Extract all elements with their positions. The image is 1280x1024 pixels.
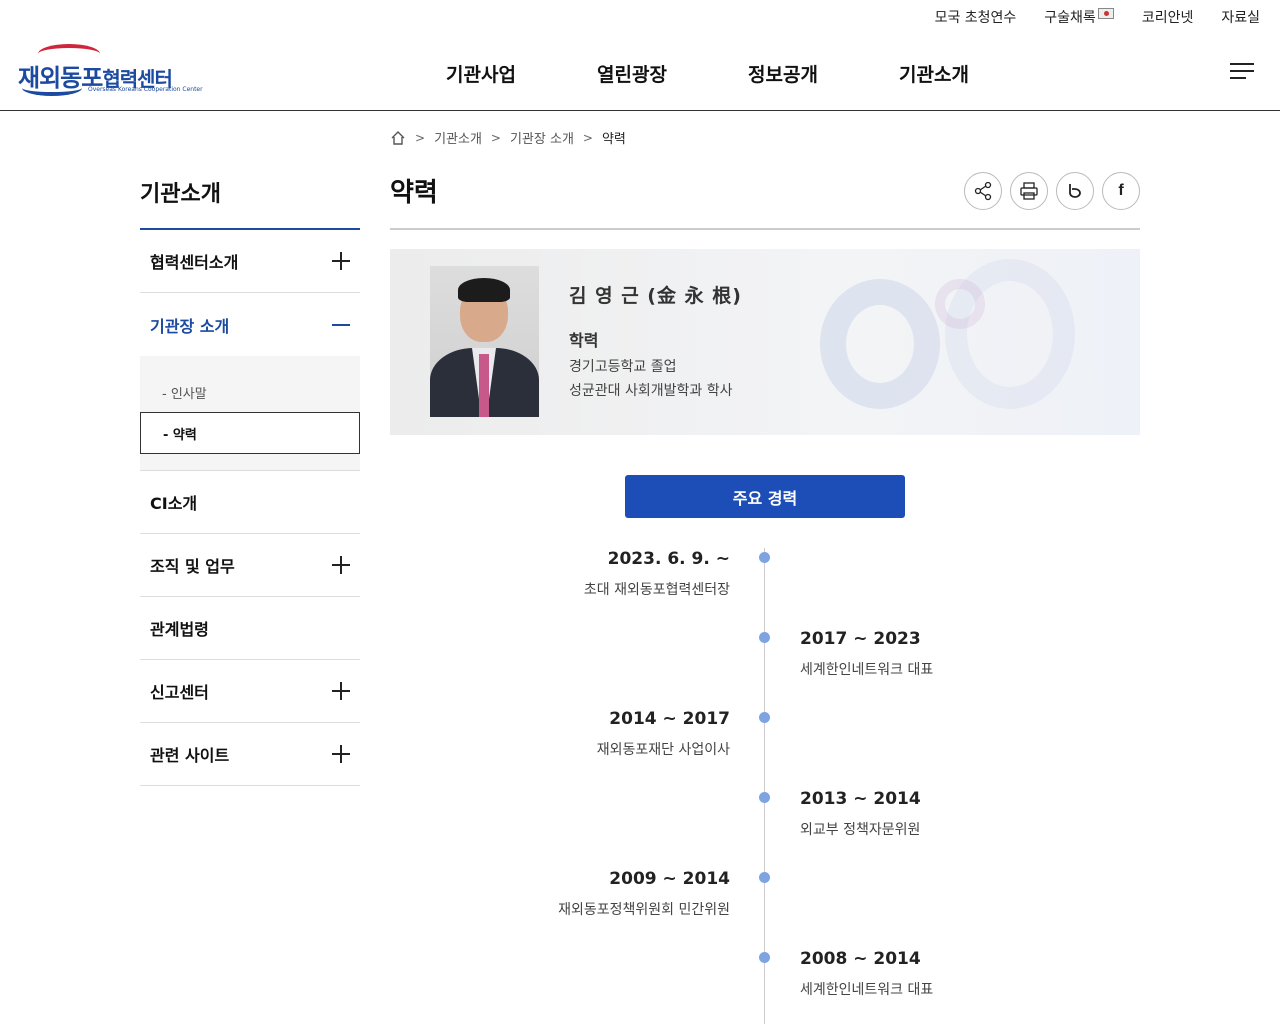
sidebar-item-label: 협력센터소개 (150, 253, 239, 272)
decorative-circle (935, 279, 985, 329)
plus-icon (332, 556, 350, 574)
print-icon[interactable] (1010, 172, 1048, 210)
gnb-item-business[interactable]: 기관사업 (446, 60, 597, 87)
logo-arc-blue (22, 80, 82, 96)
sidebar-item-label: 관련 사이트 (150, 746, 230, 765)
chevron-right-icon: > (415, 130, 426, 145)
flag-icon (1097, 7, 1114, 19)
util-link-koreannet[interactable]: 코리안넷 (1142, 7, 1194, 27)
timeline-desc: 세계한인네트워크 대표 (800, 662, 934, 678)
sidebar-item-laws[interactable]: 관계법령 (140, 597, 360, 660)
site-logo[interactable]: 재외동포협력센터 Overseas Koreans Cooperation Ce… (18, 42, 203, 102)
profile-photo (430, 266, 539, 417)
menu-icon[interactable] (1230, 63, 1254, 81)
sidebar-item-label: 관계법령 (150, 620, 209, 639)
timeline-dot (759, 872, 770, 883)
decorative-circle (820, 279, 940, 409)
plus-icon (332, 745, 350, 763)
sidebar-item-center-intro[interactable]: 협력센터소개 (140, 230, 360, 293)
timeline-dot (759, 632, 770, 643)
util-link-oral-history-label: 구술채록 (1044, 10, 1096, 26)
timeline-dot (759, 952, 770, 963)
breadcrumb-current: 약력 (601, 132, 626, 147)
profile-card: 김 영 근 (金 永 根) 학력 경기고등학교 졸업 성균관대 사회개발학과 학… (390, 249, 1140, 435)
education-item: 경기고등학교 졸업 (569, 359, 677, 375)
minus-icon (332, 316, 350, 334)
education-label: 학력 (569, 331, 599, 350)
sidebar-item-label: 조직 및 업무 (150, 557, 235, 576)
sidebar-item-report-center[interactable]: 신고센터 (140, 660, 360, 723)
education-item: 성균관대 사회개발학과 학사 (569, 383, 733, 399)
sidebar-item-label: CI소개 (150, 494, 198, 513)
timeline-desc: 재외동포정책위원회 민간위원 (558, 902, 730, 918)
timeline-period: 2009 ~ 2014 (609, 869, 730, 889)
sidebar-item-ci[interactable]: CI소개 (140, 471, 360, 534)
home-icon[interactable] (390, 130, 406, 146)
sidebar-item-label: 신고센터 (150, 683, 209, 702)
breadcrumb-head[interactable]: 기관장 소개 (510, 128, 574, 147)
profile-name: 김 영 근 (金 永 根) (569, 285, 742, 307)
breadcrumb: > 기관소개 > 기관장 소개 > 약력 (390, 128, 626, 147)
timeline-period: 2013 ~ 2014 (800, 789, 921, 809)
site-header: 재외동포협력센터 Overseas Koreans Cooperation Ce… (0, 34, 1280, 111)
sidebar-item-head-intro[interactable]: 기관장 소개 (140, 293, 360, 356)
plus-icon (332, 682, 350, 700)
timeline-period: 2017 ~ 2023 (800, 629, 921, 649)
chevron-right-icon: > (490, 130, 501, 145)
share-tools: f (964, 172, 1140, 210)
sidebar-subitem-greeting[interactable]: - 인사말 (140, 372, 360, 412)
utility-nav: 모국 초청연수 구술채록 코리안넷 자료실 (907, 0, 1280, 34)
timeline-period: 2014 ~ 2017 (609, 709, 730, 729)
chevron-right-icon: > (582, 130, 593, 145)
breadcrumb-about[interactable]: 기관소개 (434, 128, 482, 147)
timeline-period: 2008 ~ 2014 (800, 949, 921, 969)
gnb-item-disclosure[interactable]: 정보공개 (748, 60, 899, 87)
timeline-dot (759, 712, 770, 723)
util-link-training[interactable]: 모국 초청연수 (935, 7, 1017, 27)
gnb-item-open-square[interactable]: 열린광장 (597, 60, 748, 87)
util-link-archive[interactable]: 자료실 (1221, 7, 1260, 27)
timeline-desc: 초대 재외동포협력센터장 (583, 582, 730, 598)
sidebar-title: 기관소개 (140, 176, 360, 230)
timeline-desc: 재외동포재단 사업이사 (596, 742, 730, 758)
sidebar-item-label: 기관장 소개 (150, 316, 230, 336)
main-nav: 기관사업 열린광장 정보공개 기관소개 (446, 60, 1050, 87)
facebook-icon[interactable]: f (1102, 172, 1140, 210)
page-title: 약력 (390, 178, 438, 208)
timeline-dot (759, 792, 770, 803)
timeline-dot (759, 552, 770, 563)
sidebar-item-related-sites[interactable]: 관련 사이트 (140, 723, 360, 786)
sidebar: 기관소개 협력센터소개 기관장 소개 - 인사말 - 약력 CI소개 조직 및 … (140, 176, 360, 786)
title-divider (390, 228, 1140, 230)
career-heading-button[interactable]: 주요 경력 (625, 475, 905, 518)
util-link-oral-history[interactable]: 구술채록 (1044, 7, 1114, 27)
blog-icon[interactable] (1056, 172, 1094, 210)
sidebar-submenu: - 인사말 - 약력 (140, 356, 360, 471)
timeline-desc: 외교부 정책자문위원 (800, 822, 921, 838)
share-icon[interactable] (964, 172, 1002, 210)
gnb-item-about[interactable]: 기관소개 (899, 60, 1050, 87)
sidebar-item-organization[interactable]: 조직 및 업무 (140, 534, 360, 597)
timeline-desc: 세계한인네트워크 대표 (800, 982, 934, 998)
logo-subtitle: Overseas Koreans Cooperation Center (88, 86, 203, 93)
plus-icon (332, 252, 350, 270)
sidebar-subitem-biography[interactable]: - 약력 (140, 412, 360, 454)
timeline-period: 2023. 6. 9. ~ (607, 549, 730, 569)
